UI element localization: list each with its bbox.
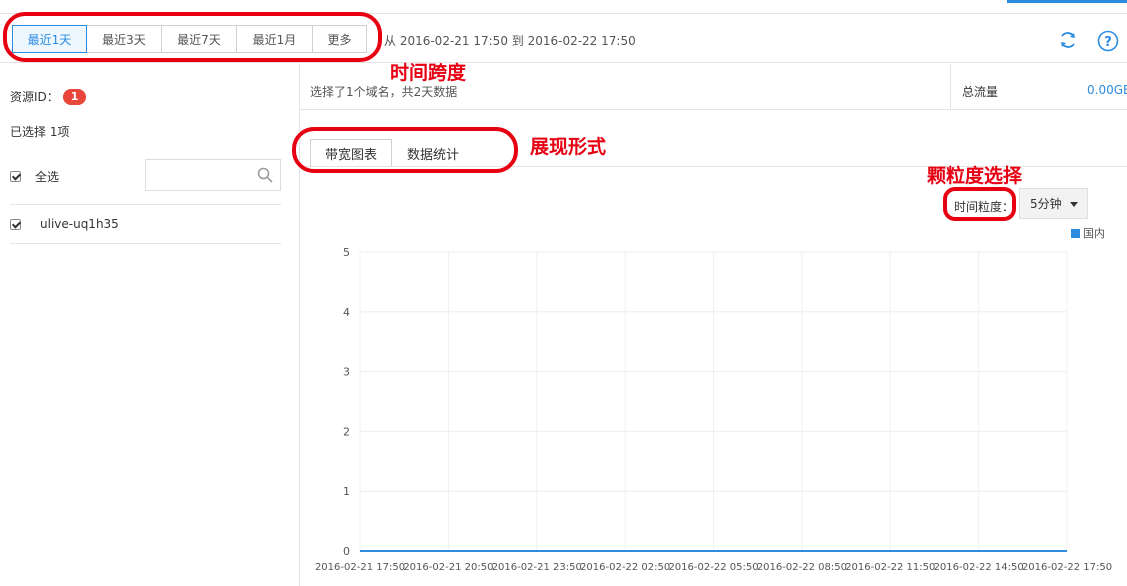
annotation-granularity-select: 颗粒度选择 [927,165,1023,187]
select-all-row[interactable]: 全选 [10,168,59,185]
refresh-icon[interactable] [1058,30,1078,50]
granularity-value: 5分钟 [1030,197,1062,211]
total-traffic-value: 0.00GB [1087,83,1127,97]
y-tick-label: 3 [343,366,350,379]
resource-panel: 资源ID： 1 已选择 1项 全选 ulive-uq1h35 [0,64,300,586]
svg-text:?: ? [1104,35,1112,50]
x-tick-label: 2016-02-21 23:50 [492,562,582,573]
domain-label: ulive-uq1h35 [40,217,119,231]
summary-text: 选择了1个域名，共2天数据 [310,85,458,99]
x-tick-label: 2016-02-22 08:50 [757,562,847,573]
y-tick-label: 4 [343,306,350,319]
caret-down-icon [1070,202,1078,207]
y-tick-label: 0 [343,545,350,558]
x-tick-label: 2016-02-21 20:50 [403,562,493,573]
domain-checkbox[interactable] [10,218,21,230]
bandwidth-chart: 0123452016-02-21 17:502016-02-21 20:5020… [315,246,1112,573]
domain-list-item[interactable]: ulive-uq1h35 [10,217,119,231]
y-tick-label: 2 [343,425,350,438]
y-tick-label: 1 [343,485,350,498]
y-tick-label: 5 [343,246,350,259]
resource-id-row: 资源ID： 1 [10,88,87,105]
legend-label: 国内 [1083,227,1105,240]
annotation-oval-granularity [943,187,1016,221]
total-traffic-label: 总流量 [962,85,999,99]
x-tick-label: 2016-02-21 17:50 [315,562,405,573]
help-icon[interactable]: ? [1097,30,1119,52]
page-root: 最近1天 最近3天 最近7天 最近1月 更多 从 2016-02-21 17:5… [0,0,1127,586]
select-all-label: 全选 [35,170,60,184]
summary-separator [950,64,951,110]
x-tick-label: 2016-02-22 17:50 [1022,562,1112,573]
resource-id-label: 资源ID： [10,90,59,104]
granularity-select[interactable]: 5分钟 [1019,188,1088,219]
resource-id-badge: 1 [62,88,87,105]
domain-search-input[interactable] [145,159,281,191]
divider [10,243,281,244]
x-tick-label: 2016-02-22 14:50 [934,562,1024,573]
annotation-oval-display-form [292,127,518,173]
search-icon[interactable] [257,167,273,183]
annotation-time-span: 时间跨度 [390,62,467,84]
chart-legend[interactable]: 国内 [1071,225,1105,241]
select-all-checkbox[interactable] [10,171,21,182]
range-text: 从 2016-02-21 17:50 到 2016-02-22 17:50 [384,34,636,48]
x-tick-label: 2016-02-22 05:50 [668,562,758,573]
legend-swatch [1071,228,1080,238]
selected-count: 已选择 1项 [10,125,70,139]
divider [10,204,281,205]
x-tick-label: 2016-02-22 02:50 [580,562,670,573]
x-tick-label: 2016-02-22 11:50 [845,562,935,573]
annotation-oval-time-span [3,12,382,62]
top-nav-active-indicator [1007,0,1127,14]
annotation-display-form: 展现形式 [530,136,607,158]
